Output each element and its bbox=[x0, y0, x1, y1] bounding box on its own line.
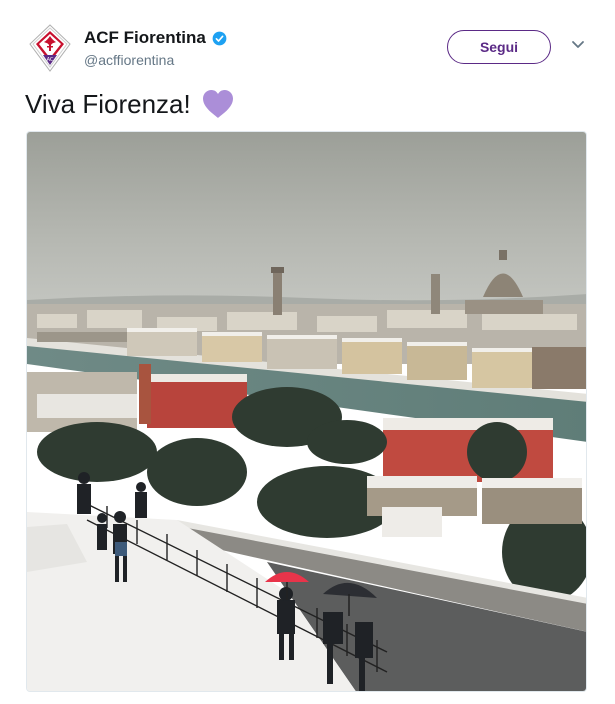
account-name[interactable]: ACF Fiorentina bbox=[84, 28, 206, 48]
chevron-down-icon[interactable] bbox=[571, 40, 585, 50]
follow-button[interactable]: Segui bbox=[447, 30, 551, 64]
account-handle[interactable]: @acffiorentina bbox=[84, 52, 174, 68]
tweet-text: Viva Fiorenza! bbox=[25, 88, 235, 120]
tweet-header: AC ACF Fiorentina @acffiorentina Segui bbox=[0, 0, 615, 80]
tweet-body: Viva Fiorenza! bbox=[25, 88, 191, 119]
account-name-row[interactable]: ACF Fiorentina bbox=[84, 28, 227, 48]
tweet-photo[interactable] bbox=[26, 131, 587, 692]
fiorentina-crest-icon: AC bbox=[29, 24, 71, 72]
follow-button-label: Segui bbox=[479, 39, 519, 55]
verified-badge-icon bbox=[212, 31, 227, 45]
purple-heart-icon bbox=[202, 90, 233, 118]
svg-text:AC: AC bbox=[47, 57, 54, 63]
florence-snow-photo bbox=[27, 132, 586, 691]
avatar[interactable]: AC bbox=[28, 24, 72, 72]
